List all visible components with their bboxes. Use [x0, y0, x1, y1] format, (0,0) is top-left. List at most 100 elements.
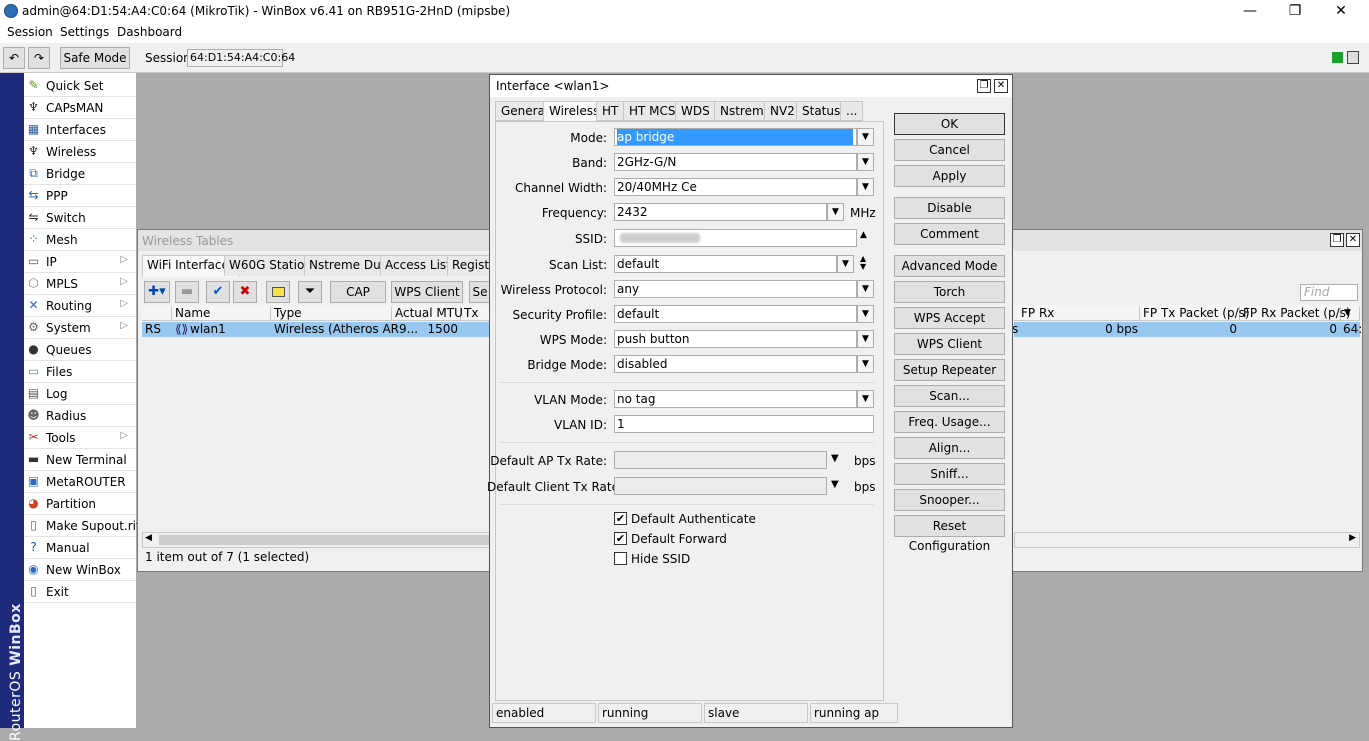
- sidebar-item-quick-set[interactable]: ✎ Quick Set: [24, 75, 136, 97]
- tab-w60g-station[interactable]: W60G Station: [224, 255, 317, 276]
- vlan-id-field[interactable]: 1: [614, 415, 874, 433]
- bridge-mode-field[interactable]: disabled: [614, 355, 857, 373]
- default-client-tx-rate-field[interactable]: [614, 477, 827, 495]
- dialog-close-icon[interactable]: ✕: [994, 79, 1008, 93]
- sidebar-item-manual[interactable]: ? Manual: [24, 537, 136, 559]
- find-input[interactable]: Find: [1300, 284, 1358, 301]
- scan-button[interactable]: Scan...: [894, 385, 1005, 407]
- col-actual-mtu[interactable]: Actual MTU: [392, 306, 463, 321]
- bridge-mode-dropdown-icon[interactable]: ▼: [857, 355, 874, 373]
- tab-status[interactable]: Status: [796, 101, 847, 121]
- col-fp-tx-packet[interactable]: FP Tx Packet (p/s): [1140, 306, 1250, 321]
- sniff-button[interactable]: Sniff...: [894, 463, 1005, 485]
- minimize-button[interactable]: —: [1227, 0, 1273, 23]
- snooper-button[interactable]: Snooper...: [894, 489, 1005, 511]
- sidebar-item-make-supout-rif[interactable]: ▯ Make Supout.rif: [24, 515, 140, 537]
- wt-maximize-icon[interactable]: ❐: [1330, 233, 1344, 247]
- undo-button[interactable]: ↶: [3, 47, 25, 69]
- sidebar-item-exit[interactable]: ▯ Exit: [24, 581, 136, 603]
- default-authenticate-checkbox[interactable]: ✔: [614, 512, 627, 525]
- default-ap-tx-rate-field[interactable]: [614, 451, 827, 469]
- vlan-mode-field[interactable]: no tag: [614, 390, 857, 408]
- cancel-button[interactable]: Cancel: [894, 139, 1005, 161]
- align-button[interactable]: Align...: [894, 437, 1005, 459]
- ssid-field[interactable]: [614, 229, 857, 247]
- security-profile-field[interactable]: default: [614, 305, 857, 323]
- mode-dropdown-icon[interactable]: ▼: [857, 128, 874, 146]
- wireless-protocol-field[interactable]: any: [614, 280, 857, 298]
- hide-ssid-checkbox[interactable]: [614, 552, 627, 565]
- table-row[interactable]: RS ⟪⟫ wlan1 Wireless (Atheros AR9... 150…: [142, 322, 490, 337]
- col-tx[interactable]: Tx: [461, 306, 490, 321]
- comment-button[interactable]: Comment: [894, 223, 1005, 245]
- scan-list-field[interactable]: default: [614, 255, 837, 273]
- sidebar-item-routing[interactable]: ✕ Routing ▷: [24, 295, 136, 317]
- h-scrollbar-left[interactable]: ◀: [142, 532, 490, 548]
- wireless-protocol-dropdown-icon[interactable]: ▼: [857, 280, 874, 298]
- freq-usage-button[interactable]: Freq. Usage...: [894, 411, 1005, 433]
- tab-ht-mcs[interactable]: HT MCS: [623, 101, 682, 121]
- col-fp-rx-packet[interactable]: FP Rx Packet (p/s): [1240, 306, 1351, 321]
- wps-client-button[interactable]: WPS Client: [894, 333, 1005, 355]
- sidebar-item-mpls[interactable]: ⬡ MPLS ▷: [24, 273, 136, 295]
- wps-accept-button[interactable]: WPS Accept: [894, 307, 1005, 329]
- sidebar-item-radius[interactable]: ☻ Radius: [24, 405, 136, 427]
- scroll-left-icon[interactable]: ◀: [145, 533, 152, 543]
- menu-settings[interactable]: Settings: [60, 25, 109, 39]
- default-ap-tx-rate-dropdown-icon[interactable]: ▼: [831, 453, 839, 464]
- session-field[interactable]: 64:D1:54:A4:C0:64: [187, 49, 295, 67]
- maximize-button[interactable]: ❐: [1272, 0, 1318, 23]
- wps-mode-dropdown-icon[interactable]: ▼: [857, 330, 874, 348]
- wps-client-table-button[interactable]: WPS Client: [391, 281, 463, 303]
- enable-button[interactable]: ✔: [206, 281, 230, 303]
- redo-button[interactable]: ↷: [28, 47, 50, 69]
- scroll-thumb[interactable]: [159, 535, 489, 545]
- band-field[interactable]: 2GHz-G/N: [614, 153, 857, 171]
- wt-close-icon[interactable]: ✕: [1346, 233, 1360, 247]
- filter-button[interactable]: ⏷: [298, 281, 322, 303]
- tab-access-list[interactable]: Access List: [380, 255, 456, 276]
- sidebar-item-partition[interactable]: ◕ Partition: [24, 493, 136, 515]
- add-button[interactable]: ✚▾: [144, 281, 170, 303]
- menu-session[interactable]: Session: [7, 25, 53, 39]
- sidebar-item-mesh[interactable]: ⁘ Mesh: [24, 229, 136, 251]
- h-scrollbar-right[interactable]: ▶: [1014, 532, 1360, 548]
- setup-repeater-button[interactable]: Setup Repeater: [894, 359, 1005, 381]
- frequency-dropdown-icon[interactable]: ▼: [827, 203, 844, 221]
- sidebar-item-system[interactable]: ⚙ System ▷: [24, 317, 136, 339]
- tab-registration[interactable]: Registra: [447, 255, 491, 276]
- apply-button[interactable]: Apply: [894, 165, 1005, 187]
- sidebar-item-tools[interactable]: ✂ Tools ▷: [24, 427, 136, 449]
- safe-mode-button[interactable]: Safe Mode: [60, 47, 130, 69]
- sidebar-item-ppp[interactable]: ⇆ PPP: [24, 185, 136, 207]
- sidebar-item-interfaces[interactable]: ▦ Interfaces: [24, 119, 136, 141]
- sidebar-item-new-terminal[interactable]: ▬ New Terminal: [24, 449, 136, 471]
- sidebar-item-files[interactable]: ▭ Files: [24, 361, 136, 383]
- frequency-field[interactable]: 2432: [614, 203, 827, 221]
- cap-button[interactable]: CAP: [330, 281, 386, 303]
- tab-wds[interactable]: WDS: [675, 101, 716, 121]
- sidebar-item-new-winbox[interactable]: ◉ New WinBox: [24, 559, 136, 581]
- comment-button[interactable]: [266, 281, 290, 303]
- sidebar-item-ip[interactable]: ▭ IP ▷: [24, 251, 136, 273]
- channel-width-field[interactable]: 20/40MHz Ce: [614, 178, 857, 196]
- columns-dropdown-icon[interactable]: ▼: [1341, 306, 1360, 321]
- advanced-mode-button[interactable]: Advanced Mode: [894, 255, 1005, 277]
- tab-more[interactable]: ...: [840, 101, 864, 121]
- disable-button[interactable]: ✖: [233, 281, 257, 303]
- sidebar-item-switch[interactable]: ⇋ Switch: [24, 207, 136, 229]
- sidebar-item-wireless[interactable]: ♆ Wireless: [24, 141, 136, 163]
- sidebar-item-metarouter[interactable]: ▣ MetaROUTER: [24, 471, 136, 493]
- col-fp-rx[interactable]: FP Rx: [1018, 306, 1140, 321]
- torch-button[interactable]: Torch: [894, 281, 1005, 303]
- sidebar-item-capsman[interactable]: ♆ CAPsMAN: [24, 97, 136, 119]
- reset-configuration-button[interactable]: Reset Configuration: [894, 515, 1005, 553]
- table-row-right[interactable]: s 0 bps 0 0 64:: [1012, 322, 1362, 337]
- sidebar-item-queues[interactable]: ● Queues: [24, 339, 136, 361]
- band-dropdown-icon[interactable]: ▼: [857, 153, 874, 171]
- default-client-tx-rate-dropdown-icon[interactable]: ▼: [831, 479, 839, 490]
- scan-list-dropdown-icon[interactable]: ▼: [837, 255, 854, 273]
- menu-dashboard[interactable]: Dashboard: [117, 25, 182, 39]
- channel-width-dropdown-icon[interactable]: ▼: [857, 178, 874, 196]
- mode-field[interactable]: ap bridge: [614, 128, 857, 146]
